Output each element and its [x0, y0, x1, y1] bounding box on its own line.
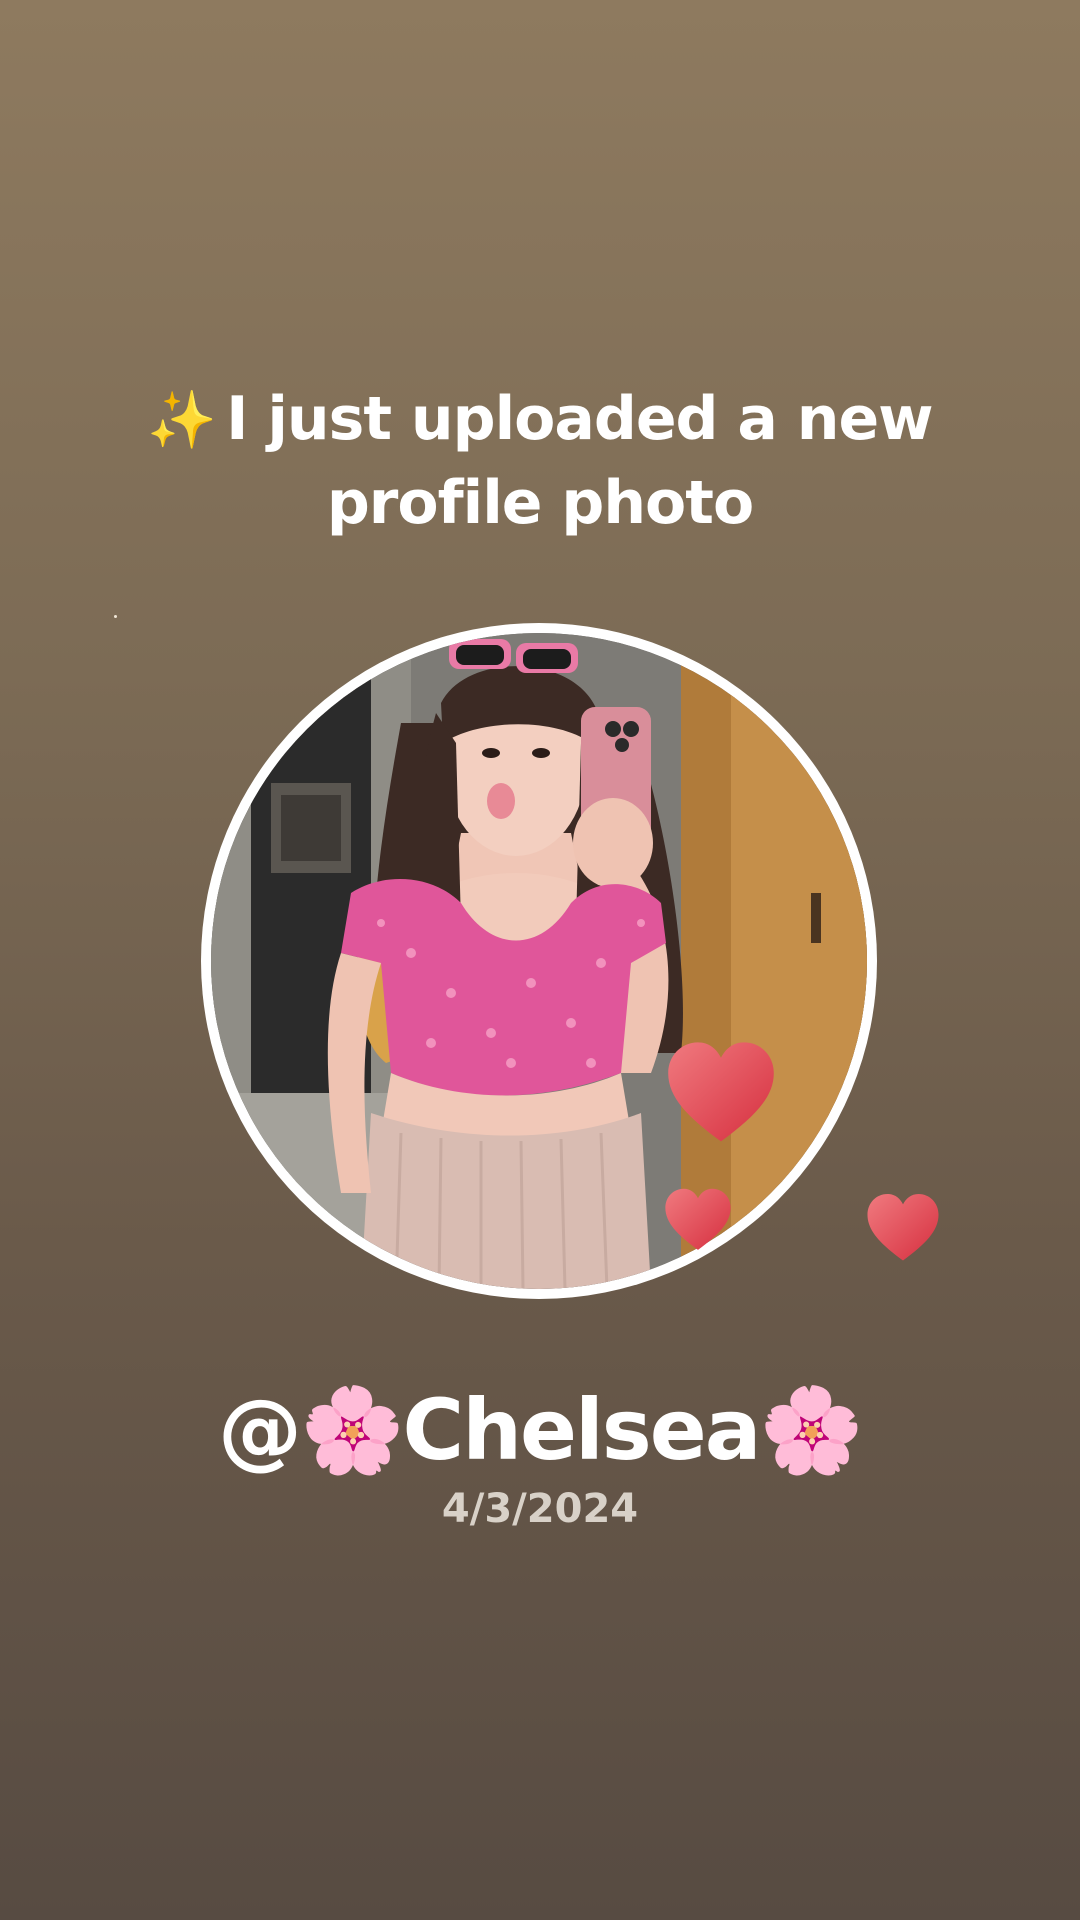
announcement-title: ✨ I just uploaded a new profile photo: [90, 378, 990, 544]
username[interactable]: @🌸Chelsea🌸: [0, 1380, 1080, 1480]
sparkle-dot: [114, 615, 117, 618]
profile-photo-frame[interactable]: [201, 623, 877, 1299]
heart-icon: [867, 1193, 939, 1261]
profile-photo[interactable]: [211, 633, 867, 1289]
profile-photo-illustration: [211, 633, 867, 1289]
sparkles-icon: ✨: [147, 388, 217, 453]
post-date: 4/3/2024: [441, 1486, 639, 1532]
heart-icon: [665, 1188, 731, 1250]
heart-icon: [668, 1042, 774, 1142]
announcement-text: I just uploaded a new profile photo: [226, 384, 933, 538]
